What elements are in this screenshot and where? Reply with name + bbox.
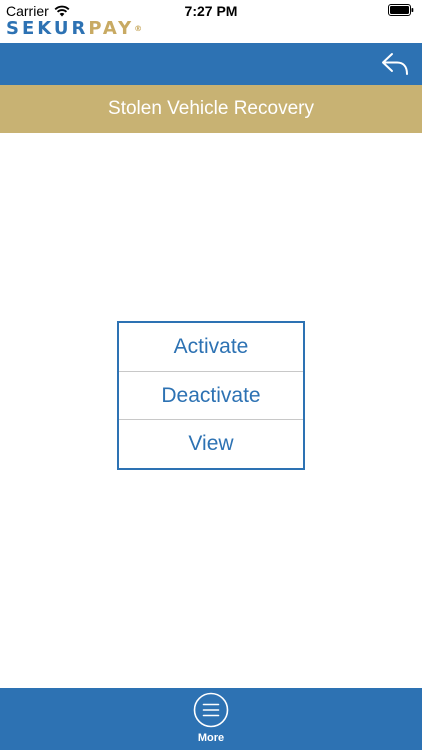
status-bar: Carrier 7:27 PM	[0, 0, 422, 20]
menu-lines-circle-icon	[193, 692, 229, 728]
recovery-options-menu: Activate Deactivate View	[117, 321, 305, 470]
battery-icon	[388, 4, 414, 16]
logo-bar: SEKURPAY®	[0, 20, 422, 43]
deactivate-button[interactable]: Deactivate	[119, 370, 303, 420]
status-time: 7:27 PM	[184, 3, 238, 19]
sekurpay-logo: SEKURPAY®	[6, 20, 142, 38]
title-bar: Stolen Vehicle Recovery	[0, 85, 422, 133]
back-button[interactable]	[378, 47, 412, 81]
logo-text-pay: PAY	[88, 18, 135, 39]
more-button[interactable]: More	[186, 692, 236, 750]
logo-text-sekur: SEKUR	[6, 18, 89, 39]
bottom-tab-bar: More	[0, 688, 422, 750]
nav-bar	[0, 43, 422, 85]
reply-arrow-icon	[382, 53, 408, 75]
activate-button[interactable]: Activate	[119, 323, 303, 371]
page-title: Stolen Vehicle Recovery	[108, 98, 314, 119]
more-label: More	[197, 732, 225, 744]
registered-mark: ®	[134, 24, 143, 33]
view-button[interactable]: View	[119, 419, 303, 468]
